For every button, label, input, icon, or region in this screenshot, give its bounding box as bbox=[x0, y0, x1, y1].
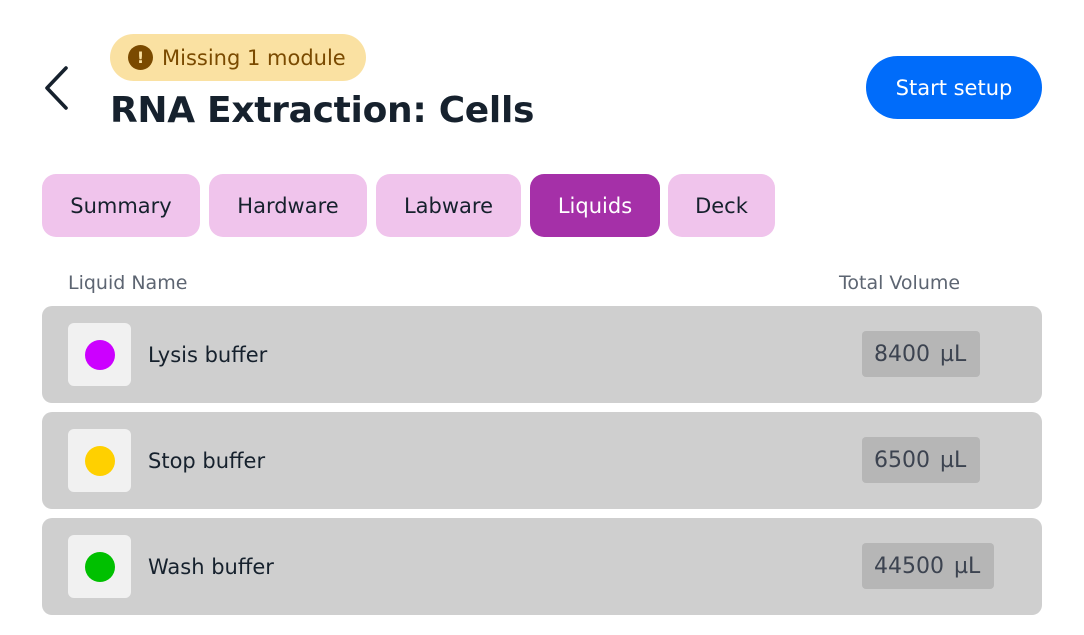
liquid-name: Wash buffer bbox=[148, 554, 274, 579]
page-title: RNA Extraction: Cells bbox=[110, 90, 535, 131]
liquid-color-swatch bbox=[68, 323, 131, 386]
liquid-row[interactable]: Wash buffer 44500 µL bbox=[42, 518, 1042, 615]
liquid-name: Lysis buffer bbox=[148, 342, 268, 367]
liquid-row[interactable]: Stop buffer 6500 µL bbox=[42, 412, 1042, 509]
tab-liquids[interactable]: Liquids bbox=[530, 174, 660, 237]
missing-module-label: Missing 1 module bbox=[162, 45, 346, 70]
liquid-color-swatch bbox=[68, 535, 131, 598]
tab-labware[interactable]: Labware bbox=[376, 174, 521, 237]
liquid-color-swatch bbox=[68, 429, 131, 492]
volume-unit: µL bbox=[954, 553, 981, 579]
tab-summary[interactable]: Summary bbox=[42, 174, 200, 237]
missing-module-badge[interactable]: ! Missing 1 module bbox=[110, 34, 366, 81]
volume-unit: µL bbox=[940, 341, 967, 367]
protocol-setup-page: ! Missing 1 module RNA Extraction: Cells… bbox=[0, 0, 1084, 635]
total-volume-chip: 8400 µL bbox=[862, 331, 981, 377]
total-volume-chip: 6500 µL bbox=[862, 437, 981, 483]
liquid-name: Stop buffer bbox=[148, 448, 266, 473]
liquid-name-column-header: Liquid Name bbox=[68, 272, 188, 294]
volume-unit: µL bbox=[940, 447, 967, 473]
liquid-color-dot bbox=[84, 339, 115, 370]
liquid-color-dot bbox=[84, 445, 115, 476]
volume-value: 44500 bbox=[874, 553, 944, 579]
liquid-row[interactable]: Lysis buffer 8400 µL bbox=[42, 306, 1042, 403]
total-volume-chip: 44500 µL bbox=[862, 543, 995, 589]
liquid-color-dot bbox=[84, 551, 115, 582]
tab-deck[interactable]: Deck bbox=[668, 174, 775, 237]
alert-circle-icon: ! bbox=[128, 45, 153, 70]
tab-hardware[interactable]: Hardware bbox=[209, 174, 367, 237]
back-button[interactable] bbox=[36, 60, 76, 116]
volume-value: 6500 bbox=[874, 447, 930, 473]
start-setup-button[interactable]: Start setup bbox=[866, 56, 1042, 119]
total-volume-column-header: Total Volume bbox=[839, 272, 961, 294]
chevron-left-icon bbox=[45, 66, 68, 110]
volume-value: 8400 bbox=[874, 341, 930, 367]
